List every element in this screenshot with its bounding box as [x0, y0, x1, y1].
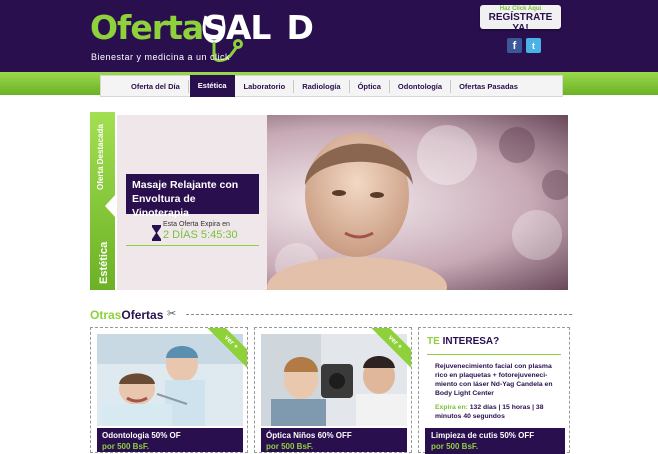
register-button[interactable]: Haz Click Aquí REGÍSTRATE YA!	[480, 5, 561, 34]
offer-image-dentist[interactable]	[97, 334, 243, 426]
main-nav: Oferta del Día Estética Laboratorio Radi…	[100, 75, 563, 97]
nav-item-odontologia[interactable]: Odontología	[390, 79, 452, 93]
expiry-countdown: 2 DÍAS 5:45:30	[163, 229, 238, 241]
featured-side-tab: Oferta Destacada Estética	[90, 112, 116, 290]
te-interesa-description[interactable]: Rejuvenecimiento facial con plasma rico …	[435, 362, 565, 398]
featured-separator	[126, 245, 259, 246]
featured-tab-label: Oferta Destacada	[96, 124, 105, 190]
otras-title-part2: Ofertas	[121, 308, 164, 322]
nav-item-oferta-del-dia[interactable]: Oferta del Día	[123, 79, 189, 93]
register-big-label: REGÍSTRATE YA!	[488, 12, 553, 34]
otras-title-part1: Otras	[90, 308, 122, 322]
te-interesa-part2: INTERESA?	[442, 336, 500, 347]
nav-item-ofertas-pasadas[interactable]: Ofertas Pasadas	[451, 80, 526, 93]
scissors-icon: ✂	[167, 308, 177, 320]
nav-item-estetica[interactable]: Estética	[189, 75, 235, 97]
te-interesa-expiry: Expira en: 132 días | 15 horas | 38 minu…	[435, 403, 565, 421]
te-interesa-separator	[427, 354, 561, 355]
twitter-icon[interactable]: t	[526, 38, 541, 53]
offer-name: Óptica Niños 60% OFF	[266, 431, 352, 440]
offer-price: por 500 BsF.	[431, 442, 479, 451]
offer-image-optica[interactable]	[261, 334, 407, 426]
otras-ofertas-title: OtrasOfertas	[90, 308, 163, 322]
otras-dashed-line	[186, 314, 572, 315]
offer-name: Limpieza de cutis 50% OFF	[431, 431, 535, 440]
featured-title[interactable]: Masaje Relajante con Envoltura de Vinote…	[126, 174, 259, 219]
te-interesa-caption: Limpieza de cutis 50% OFF por 500 BsF.	[425, 428, 565, 454]
expiry-label: Esta Oferta Expira en	[163, 221, 230, 228]
featured-category-label: Estética	[98, 241, 110, 284]
offer-price: por 500 BsF.	[102, 442, 150, 451]
logo-text-d: D	[286, 8, 313, 47]
facebook-icon[interactable]: f	[507, 38, 522, 53]
te-interesa-card[interactable]: TE INTERESA? Rejuvenecimiento facial con…	[418, 327, 570, 454]
offer-caption-odontologia: Odontologia 50% OF por 500 BsF.	[97, 428, 243, 452]
site-header: OfertaSAL D Bienestar y medicina a un cli…	[0, 0, 658, 72]
offer-card-optica[interactable]: ver + Óptica Niños 60% OFF por 500 BsF.	[254, 327, 412, 453]
te-interesa-title: TE INTERESA?	[427, 336, 499, 347]
te-interesa-part1: TE	[427, 336, 440, 347]
offer-price: por 500 BsF.	[266, 442, 314, 451]
offer-caption-optica: Óptica Niños 60% OFF por 500 BsF.	[261, 428, 407, 452]
featured-expiry: Esta Oferta Expira en 2 DÍAS 5:45:30	[152, 221, 238, 242]
featured-arrow-icon	[105, 194, 116, 218]
nav-item-optica[interactable]: Óptica	[350, 79, 390, 93]
nav-item-laboratorio[interactable]: Laboratorio	[236, 79, 295, 93]
offer-name: Odontologia 50% OF	[102, 431, 181, 440]
hourglass-icon	[152, 225, 161, 241]
nav-item-radiologia[interactable]: Radiología	[294, 79, 350, 93]
te-interesa-expiry-label: Expira en:	[435, 404, 468, 411]
logo-text-oferta: Oferta	[90, 8, 204, 47]
offer-card-odontologia[interactable]: ver + Odontologia 50% OF por 500 BsF.	[90, 327, 248, 453]
site-tagline: Bienestar y medicina a un click	[91, 52, 231, 62]
